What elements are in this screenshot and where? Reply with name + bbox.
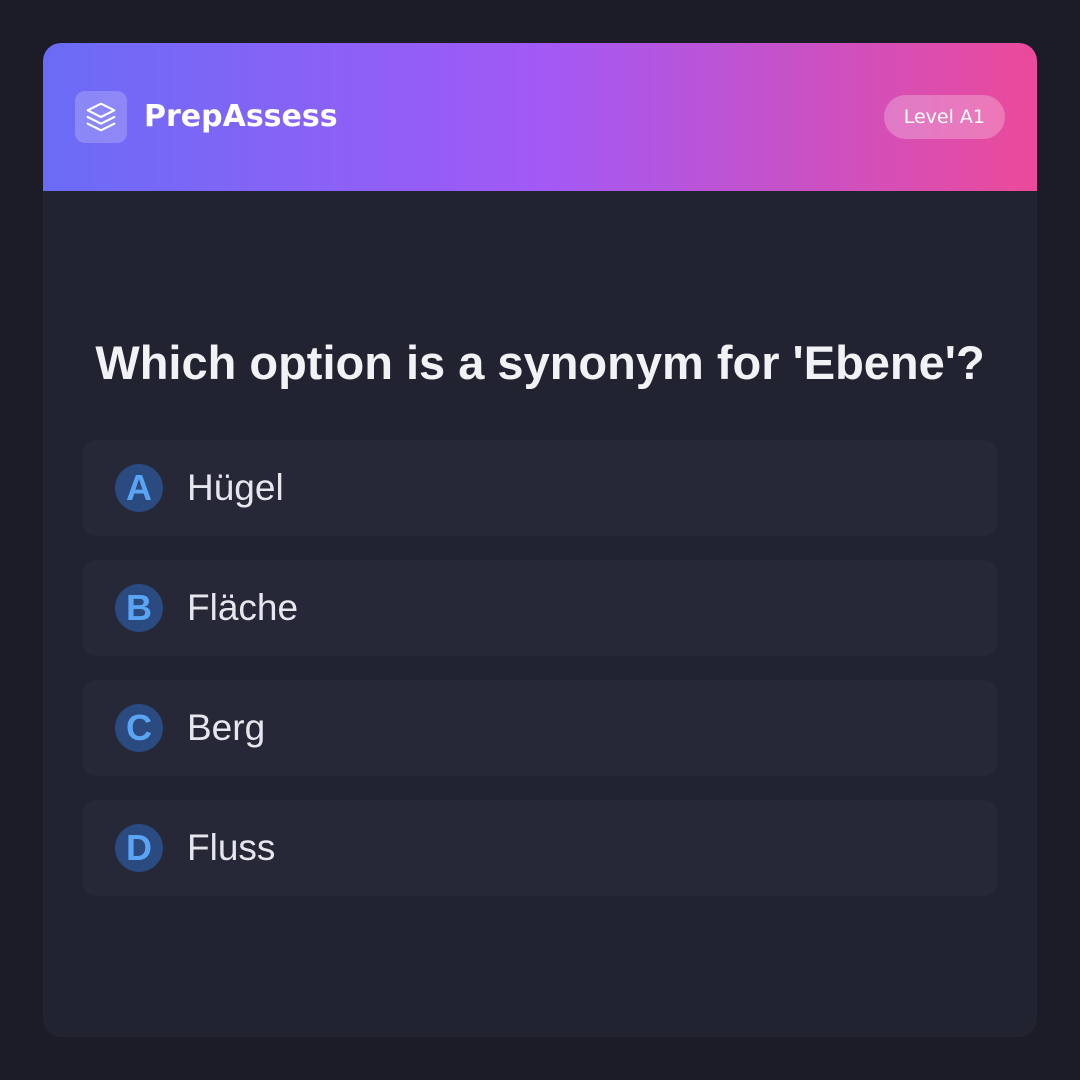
layers-icon: [86, 102, 116, 132]
option-label: Fluss: [187, 827, 276, 868]
option-label: Berg: [187, 707, 266, 748]
option-label: Hügel: [187, 467, 284, 508]
header: PrepAssess Level A1: [43, 43, 1037, 191]
option-letter-badge: B: [115, 584, 163, 632]
option-label: Fläche: [187, 587, 299, 628]
option-a[interactable]: A Hügel: [83, 440, 997, 536]
level-badge: Level A1: [883, 95, 1005, 139]
option-b[interactable]: B Fläche: [83, 560, 997, 656]
option-letter-badge: D: [115, 824, 163, 872]
option-letter-badge: A: [115, 464, 163, 512]
option-c[interactable]: C Berg: [83, 680, 997, 776]
option-letter-badge: C: [115, 704, 163, 752]
logo: [75, 91, 127, 143]
quiz-card: PrepAssess Level A1 Which option is a sy…: [43, 43, 1037, 1037]
brand-name: PrepAssess: [144, 99, 338, 134]
options-list: A Hügel B Fläche C Berg D Fluss: [83, 440, 997, 920]
option-d[interactable]: D Fluss: [83, 800, 997, 896]
question-text: Which option is a synonym for 'Ebene'?: [95, 336, 985, 389]
